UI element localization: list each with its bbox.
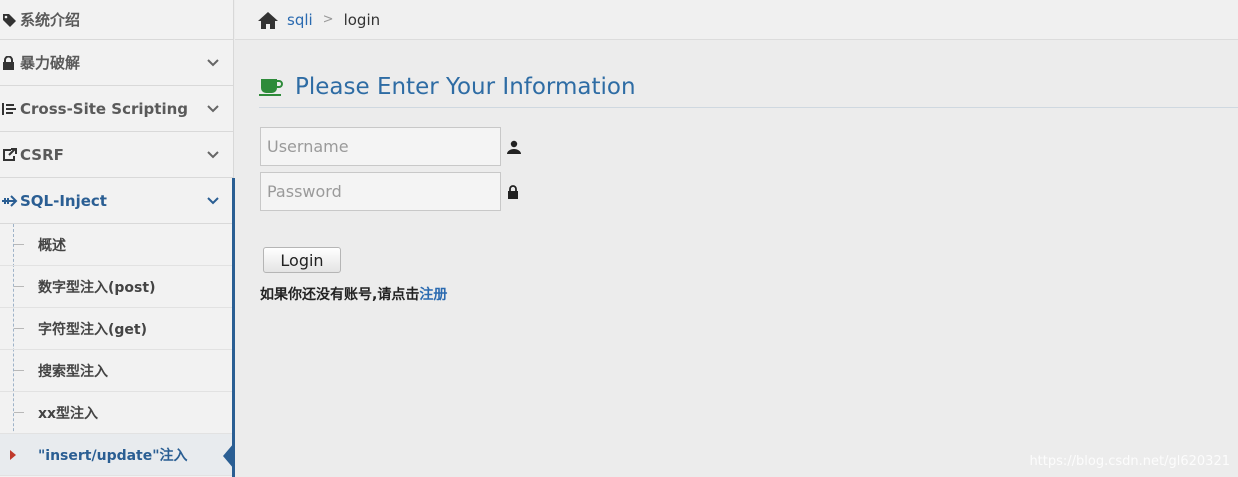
sidebar-item-label: 系统介绍: [20, 11, 81, 29]
user-icon: [507, 140, 521, 154]
sidebar-item-bruteforce[interactable]: 暴力破解: [0, 40, 233, 86]
submenu-item-xx[interactable]: xx型注入: [0, 392, 233, 434]
sidebar-item-csrf[interactable]: CSRF: [0, 132, 233, 178]
home-icon[interactable]: [257, 11, 279, 29]
chevron-down-icon: [193, 150, 233, 159]
main-content: Please Enter Your Information Login 如果你还…: [235, 41, 1238, 477]
submenu-item-label: 搜索型注入: [38, 363, 108, 380]
chevron-down-icon: [193, 196, 233, 205]
lock-icon: [507, 184, 519, 199]
submenu-item-label: 数字型注入(post): [38, 279, 156, 296]
breadcrumb-link-sqli[interactable]: sqli: [287, 11, 313, 29]
watermark: https://blog.csdn.net/gl620321: [1029, 454, 1230, 469]
register-prompt: 如果你还没有账号,请点击注册: [260, 284, 447, 304]
sidebar-item-label: 暴力破解: [20, 54, 81, 72]
submenu-item-numeric-post[interactable]: 数字型注入(post): [0, 266, 233, 308]
submenu-item-label: 概述: [38, 237, 66, 254]
submenu-item-label: 字符型注入(get): [38, 321, 148, 338]
lock-icon: [2, 55, 20, 70]
sidebar-item-label: Cross-Site Scripting: [20, 99, 189, 118]
submenu-item-string-get[interactable]: 字符型注入(get): [0, 308, 233, 350]
username-row: [260, 127, 521, 166]
tag-icon: [2, 13, 20, 27]
username-input[interactable]: [260, 127, 501, 166]
breadcrumb: sqli > login: [235, 0, 1238, 40]
register-link[interactable]: 注册: [419, 287, 447, 303]
coffee-cup-icon: [259, 77, 285, 97]
current-marker-icon: [10, 450, 16, 460]
arrow-icon: [2, 194, 20, 207]
sidebar-item-intro[interactable]: 系统介绍: [0, 0, 233, 40]
password-row: [260, 172, 519, 211]
sidebar: 系统介绍 暴力破解 Cross-Site Scripting CSRF SQL-…: [0, 0, 234, 477]
breadcrumb-current: login: [343, 10, 381, 29]
sidebar-item-sqli[interactable]: SQL-Inject: [0, 178, 233, 224]
chevron-down-icon: [193, 58, 233, 67]
page-title: Please Enter Your Information: [295, 74, 636, 100]
submenu-item-label: "insert/update"注入: [38, 447, 188, 464]
list-icon: [2, 102, 20, 116]
sidebar-item-label: SQL-Inject: [20, 191, 107, 210]
submenu-item-overview[interactable]: 概述: [0, 224, 233, 266]
chevron-down-icon: [193, 104, 233, 113]
register-prompt-text: 如果你还没有账号,请点击: [260, 287, 420, 303]
submenu-item-label: xx型注入: [38, 405, 99, 422]
share-icon: [2, 147, 20, 162]
submenu-item-insert-update[interactable]: "insert/update"注入: [0, 434, 234, 476]
login-button[interactable]: Login: [263, 247, 341, 273]
sidebar-item-xss[interactable]: Cross-Site Scripting: [0, 86, 233, 132]
sqli-submenu: 概述 数字型注入(post) 字符型注入(get) 搜索型注入 xx型注入 "i…: [0, 224, 234, 476]
submenu-item-search[interactable]: 搜索型注入: [0, 350, 233, 392]
sidebar-item-label: CSRF: [20, 145, 64, 164]
password-input[interactable]: [260, 172, 501, 211]
page-header: Please Enter Your Information: [259, 71, 1238, 108]
breadcrumb-separator: >: [322, 12, 334, 27]
